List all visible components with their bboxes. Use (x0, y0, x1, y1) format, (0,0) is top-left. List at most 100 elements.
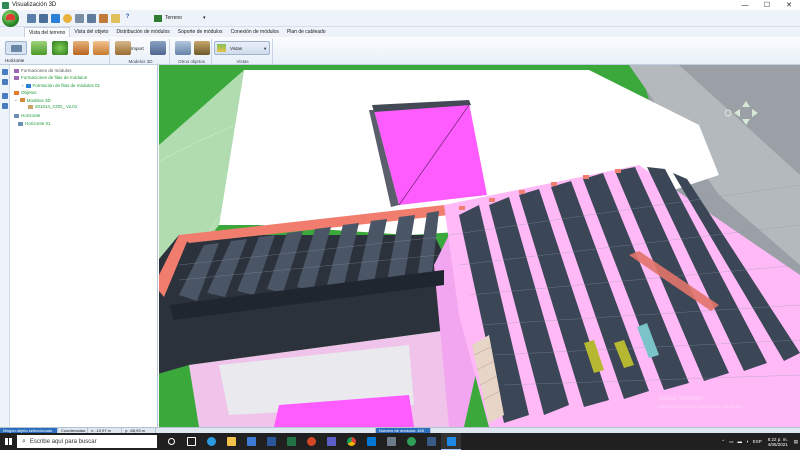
maximize-button[interactable]: ☐ (756, 0, 778, 10)
tree-item-horizonte[interactable]: Horizonte (14, 113, 40, 118)
tree-item-label: Modelos 3D (26, 97, 51, 103)
windows-icon (5, 438, 12, 445)
measure-icon[interactable] (87, 13, 96, 23)
taskbar-excel[interactable] (281, 433, 301, 450)
taskbar-explorer[interactable] (221, 433, 241, 450)
wall-button[interactable] (93, 41, 109, 55)
tree-item-model-file[interactable]: 201014_COD_ v2.01 (28, 104, 77, 109)
objects-button[interactable] (175, 41, 191, 55)
camera-icon[interactable] (111, 13, 120, 23)
tree-item-label: Formación de filas de módulos 01 (32, 83, 101, 88)
tab-plan-cableado[interactable]: Plan de cableado (283, 27, 330, 37)
taskbar-store[interactable] (241, 433, 261, 450)
taskbar-app-calc[interactable] (421, 433, 441, 450)
word-icon (266, 437, 276, 446)
minimize-button[interactable]: — (734, 0, 756, 10)
tree-button[interactable] (52, 41, 68, 55)
home-icon[interactable] (39, 13, 48, 23)
tree-item-formaciones-modulos[interactable]: Formaciones de módulos (14, 68, 72, 73)
quick-access-toolbar: ? Terreno ▾ (0, 9, 800, 27)
keyboard-language[interactable]: ESP (753, 439, 762, 444)
taskbar-search-box[interactable]: ⌕ Escribe aquí para buscar (17, 435, 157, 448)
import-icon[interactable] (115, 41, 131, 55)
tree-item-label: Horizonte (21, 113, 41, 118)
network-icon[interactable]: ▭ (729, 439, 733, 445)
3d-scene[interactable]: Activar Windows Ve a Configuración para … (159, 65, 800, 427)
taskbar-teams[interactable] (321, 433, 341, 450)
navigation-widget[interactable] (724, 99, 760, 127)
bulb-icon[interactable] (63, 13, 72, 23)
terrain-dropdown[interactable]: Terreno ▾ (154, 14, 206, 22)
clock-date: 4/05/2021 (767, 441, 788, 447)
terrain-button[interactable] (31, 41, 47, 55)
taskbar-chrome[interactable] (341, 433, 361, 450)
help-icon[interactable]: ? (123, 14, 132, 23)
mail-icon (366, 437, 376, 446)
chevron-down-icon: ▾ (264, 46, 267, 51)
battery-icon[interactable]: ▬ (737, 439, 742, 444)
notifications-icon[interactable]: ▤ (794, 439, 798, 445)
tray-chevron-icon[interactable]: ⌃ (721, 439, 725, 445)
vistas-button[interactable]: Vistas ▾ (214, 41, 270, 55)
close-button[interactable]: ✕ (778, 0, 800, 10)
expand-arrow-icon[interactable]: › (22, 83, 24, 88)
taskbar-powerpoint[interactable] (301, 433, 321, 450)
system-tray: ⌃ ▭ ▬ ◖ ESP 8:22 p. m. 4/05/2021 ▤ (719, 433, 800, 450)
tool-icon[interactable] (2, 93, 8, 99)
pan-up-arrow-icon (742, 101, 750, 107)
taskbar-app-gray[interactable] (381, 433, 401, 450)
taskbar-pv-app[interactable] (441, 433, 461, 450)
activation-watermark-title: Activar Windows (659, 396, 703, 402)
house-button[interactable] (73, 41, 89, 55)
app-menu-orb-icon[interactable] (2, 9, 19, 27)
ribbon-group-modelos-3d: Import Modelos 3D (112, 39, 170, 64)
tree-item-modelos-3d[interactable]: ⌄ Modelos 3D (14, 97, 51, 103)
taskbar-word[interactable] (261, 433, 281, 450)
task-view-button[interactable] (181, 433, 201, 450)
sidebar-tool-strip (0, 65, 10, 427)
tree-item-horizonte-01[interactable]: Horizonte 01 (18, 121, 51, 126)
tree-item-formaciones-filas[interactable]: Formaciones de filas de módulos (14, 75, 87, 80)
tree-item-label: Formaciones de filas de módulos (21, 75, 88, 80)
tree-item-objetos[interactable]: Objetos (14, 90, 37, 95)
taskbar-mail[interactable] (361, 433, 381, 450)
group-label-otros-objetos: Otros objetos (178, 59, 205, 64)
model-file-icon (28, 104, 33, 109)
volume-icon[interactable]: ◖ (746, 439, 749, 444)
search-icon: ⌕ (22, 437, 26, 445)
terrain-dropdown-label: Terreno (165, 15, 182, 21)
expand-arrow-icon[interactable]: ⌄ (14, 97, 18, 103)
chevron-down-icon: ▾ (203, 15, 206, 21)
excel-icon (286, 437, 296, 446)
horizonte-button[interactable] (5, 41, 27, 55)
tab-soporte-modulos[interactable]: Soporte de módulos (174, 27, 227, 37)
tab-distribucion-modulos[interactable]: Distribución de módulos (112, 27, 173, 37)
info-icon[interactable] (51, 13, 60, 23)
undo-icon[interactable] (27, 13, 36, 23)
model-icon (19, 98, 25, 102)
cortana-button[interactable] (161, 433, 181, 450)
taskbar-app-green[interactable] (401, 433, 421, 450)
import-button[interactable]: Import (131, 46, 144, 51)
group-label-vistas: Vistas (236, 59, 249, 64)
model-3d-button[interactable] (150, 41, 166, 55)
clock[interactable]: 8:22 p. m. 4/05/2021 (768, 437, 788, 447)
tab-vista-terreno[interactable]: Vista del terreno (24, 27, 71, 37)
row-icon (25, 83, 31, 88)
taskbar-edge[interactable] (201, 433, 221, 450)
start-button[interactable] (0, 433, 17, 450)
object-tree-panel: Formaciones de módulos Formaciones de fi… (0, 65, 158, 427)
objects-extra-button[interactable] (194, 41, 210, 55)
window-title: Visualización 3D (12, 2, 57, 8)
module-formation-icon (14, 68, 19, 73)
tool-icon[interactable] (2, 69, 8, 75)
tool-icon[interactable] (2, 103, 8, 109)
print-icon[interactable] (75, 13, 84, 23)
tree-item-formacion-filas-01[interactable]: › Formación de filas de módulos 01 (22, 83, 100, 88)
tab-vista-objeto[interactable]: Vista del objeto (70, 27, 112, 37)
tab-conexion-modulos[interactable]: Conexión de módulos (227, 27, 283, 37)
app-icon (386, 437, 396, 446)
tool-icon[interactable] (2, 79, 8, 85)
3d-viewport[interactable]: Activar Windows Ve a Configuración para … (159, 65, 800, 427)
box-icon[interactable] (99, 13, 108, 23)
